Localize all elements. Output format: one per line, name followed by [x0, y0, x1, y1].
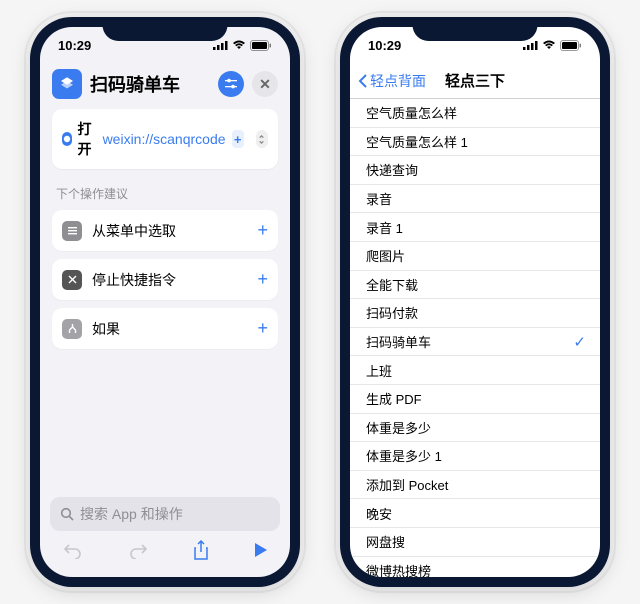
nav-bar: 轻点背面 轻点三下 — [350, 63, 600, 99]
settings-button[interactable] — [218, 71, 244, 97]
chevron-expand-icon — [257, 135, 266, 144]
list-item-label: 扫码付款 — [366, 303, 418, 322]
suggestion-item[interactable]: 从菜单中选取 + — [52, 210, 278, 251]
suggestion-label: 从菜单中选取 — [92, 221, 247, 241]
add-icon[interactable]: + — [257, 318, 268, 339]
suggestion-list: 从菜单中选取 + 停止快捷指令 + 如果 + — [52, 210, 278, 349]
list-item[interactable]: 录音 1 — [350, 213, 600, 242]
list-item[interactable]: 体重是多少 — [350, 414, 600, 443]
list-item[interactable]: 体重是多少 1 — [350, 442, 600, 471]
bottom-toolbar — [40, 531, 290, 573]
suggestion-label: 如果 — [92, 319, 247, 339]
list-item-label: 录音 — [366, 189, 392, 208]
list-item[interactable]: 网盘搜 — [350, 528, 600, 557]
run-button[interactable] — [254, 542, 268, 563]
add-icon[interactable]: + — [257, 269, 268, 290]
signal-icon — [213, 40, 228, 50]
list-item-label: 空气质量怎么样 — [366, 103, 457, 122]
chevron-left-icon — [358, 73, 368, 89]
list-item-label: 微博热搜榜 — [366, 561, 431, 577]
list-item-label: 快递查询 — [366, 160, 418, 179]
add-variable-button[interactable]: + — [232, 130, 244, 148]
open-url-value[interactable]: weixin://scanqrcode — [103, 131, 226, 147]
suggestion-item[interactable]: 停止快捷指令 + — [52, 259, 278, 300]
status-time: 10:29 — [368, 38, 401, 53]
list-item[interactable]: 微博热搜榜 — [350, 557, 600, 578]
list-item[interactable]: 扫码付款 — [350, 299, 600, 328]
sliders-icon — [224, 77, 238, 91]
signal-icon — [523, 40, 538, 50]
list-item-label: 网盘搜 — [366, 532, 405, 551]
list-item-label: 上班 — [366, 361, 392, 380]
add-icon[interactable]: + — [257, 220, 268, 241]
shortcut-title: 扫码骑单车 — [90, 71, 210, 97]
list-item-label: 录音 1 — [366, 218, 403, 237]
shortcut-list[interactable]: 空气质量怎么样空气质量怎么样 1 快递查询录音录音 1 爬图片全能下载扫码付款扫码骑… — [350, 99, 600, 577]
search-icon — [60, 507, 74, 521]
suggestion-item[interactable]: 如果 + — [52, 308, 278, 349]
app-dot-icon — [62, 132, 72, 146]
list-item[interactable]: 快递查询 — [350, 156, 600, 185]
redo-icon — [128, 541, 148, 559]
list-item[interactable]: 全能下载 — [350, 271, 600, 300]
share-button[interactable] — [193, 540, 209, 565]
suggestion-label: 停止快捷指令 — [92, 270, 247, 290]
wifi-icon — [542, 40, 556, 50]
checkmark-icon: ✓ — [573, 333, 586, 351]
menu-icon — [62, 221, 82, 241]
list-item-label: 扫码骑单车 — [366, 332, 431, 351]
list-item[interactable]: 晚安 — [350, 499, 600, 528]
status-indicators — [213, 40, 272, 51]
shortcut-app-icon — [52, 69, 82, 99]
action-more-button[interactable] — [256, 130, 268, 148]
list-item-label: 添加到 Pocket — [366, 475, 448, 494]
close-icon: ✕ — [259, 76, 271, 93]
list-item[interactable]: 空气质量怎么样 1 — [350, 128, 600, 157]
list-item-label: 晚安 — [366, 504, 392, 523]
status-time: 10:29 — [58, 38, 91, 53]
play-icon — [254, 542, 268, 558]
back-button[interactable]: 轻点背面 — [350, 71, 426, 91]
open-label: 打开 — [78, 119, 97, 159]
list-item-label: 体重是多少 1 — [366, 446, 442, 465]
close-button[interactable]: ✕ — [252, 71, 278, 97]
list-item[interactable]: 空气质量怎么样 — [350, 99, 600, 128]
stop-icon — [62, 270, 82, 290]
suggestions-heading: 下个操作建议 — [56, 185, 274, 202]
undo-button[interactable] — [63, 541, 83, 564]
list-item-label: 爬图片 — [366, 246, 405, 265]
back-label: 轻点背面 — [370, 71, 426, 91]
branch-icon — [62, 319, 82, 339]
search-input[interactable]: 搜索 App 和操作 — [50, 497, 280, 531]
search-placeholder: 搜索 App 和操作 — [80, 504, 183, 524]
list-item[interactable]: 爬图片 — [350, 242, 600, 271]
list-item-label: 全能下载 — [366, 275, 418, 294]
list-item[interactable]: 上班 — [350, 356, 600, 385]
list-item-label: 生成 PDF — [366, 389, 422, 408]
list-item[interactable]: 扫码骑单车 ✓ — [350, 328, 600, 357]
wifi-icon — [232, 40, 246, 50]
redo-button[interactable] — [128, 541, 148, 564]
list-item[interactable]: 录音 — [350, 185, 600, 214]
list-item-label: 体重是多少 — [366, 418, 431, 437]
list-item-label: 空气质量怎么样 1 — [366, 132, 468, 151]
battery-icon — [250, 40, 272, 51]
battery-icon — [560, 40, 582, 51]
list-item[interactable]: 生成 PDF — [350, 385, 600, 414]
undo-icon — [63, 541, 83, 559]
share-icon — [193, 540, 209, 560]
list-item[interactable]: 添加到 Pocket — [350, 471, 600, 500]
shortcut-title-bar: 扫码骑单车 ✕ — [40, 63, 290, 109]
status-indicators — [523, 40, 582, 51]
action-card-open-url[interactable]: 打开 weixin://scanqrcode + — [52, 109, 278, 169]
